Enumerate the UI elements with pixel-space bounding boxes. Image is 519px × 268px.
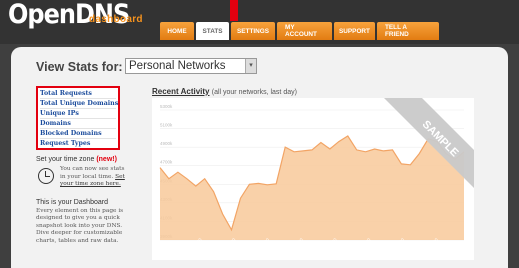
recent-activity-title: Recent Activity (all your networks, last… — [152, 87, 297, 96]
tab-tell-a-friend[interactable]: TELL A FRIEND — [377, 22, 439, 40]
tab-stats[interactable]: STATS — [196, 22, 229, 40]
y-tick-label: 5300k — [160, 104, 173, 109]
dashboard-info-title: This is your Dashboard — [36, 199, 108, 206]
view-stats-label: View Stats for: — [36, 60, 123, 74]
header: OpenDNS dashboard HOME STATS SETTINGS MY… — [0, 0, 519, 44]
logo-subtitle: dashboard — [89, 14, 143, 25]
y-tick-label: 4900k — [160, 141, 173, 146]
menu-item-request-types[interactable]: Request Types — [40, 139, 116, 149]
stats-menu: Total Requests Total Unique Domains Uniq… — [36, 86, 120, 150]
y-tick-label: 4700k — [160, 160, 173, 165]
menu-item-total-requests[interactable]: Total Requests — [40, 89, 116, 99]
menu-item-blocked-domains[interactable]: Blocked Domains — [40, 129, 116, 139]
timezone-title: Set your time zone (new!) — [36, 156, 117, 163]
chevron-down-icon[interactable]: ▾ — [245, 59, 256, 73]
clock-icon — [38, 168, 54, 184]
menu-item-domains[interactable]: Domains — [40, 119, 116, 129]
network-select-value: Personal Networks — [129, 60, 226, 72]
tab-home[interactable]: HOME — [160, 22, 194, 40]
dashboard-info-text: Every element on this page is designed t… — [36, 208, 124, 244]
recent-activity-link[interactable]: Recent Activity — [152, 87, 210, 96]
recent-activity-subtitle: (all your networks, last day) — [211, 89, 297, 96]
nav-indicator — [230, 0, 238, 21]
main-nav: HOME STATS SETTINGS MY ACCOUNT SUPPORT T… — [160, 22, 439, 40]
network-select[interactable]: Personal Networks ▾ — [125, 58, 257, 74]
tab-my-account[interactable]: MY ACCOUNT — [277, 22, 332, 40]
timezone-text: You can now see stats in your local time… — [60, 166, 130, 189]
tab-support[interactable]: SUPPORT — [334, 22, 375, 40]
timezone-title-text: Set your time zone — [36, 156, 95, 163]
menu-item-unique-ips[interactable]: Unique IPs — [40, 109, 116, 119]
y-tick-label: 5100k — [160, 123, 173, 128]
menu-item-total-unique-domains[interactable]: Total Unique Domains — [40, 99, 118, 109]
tab-settings[interactable]: SETTINGS — [231, 22, 275, 40]
recent-activity-chart: 5300k5100k4900k4700k4500k4300k4100k3900k… — [152, 98, 474, 260]
new-badge: (new!) — [96, 156, 117, 163]
